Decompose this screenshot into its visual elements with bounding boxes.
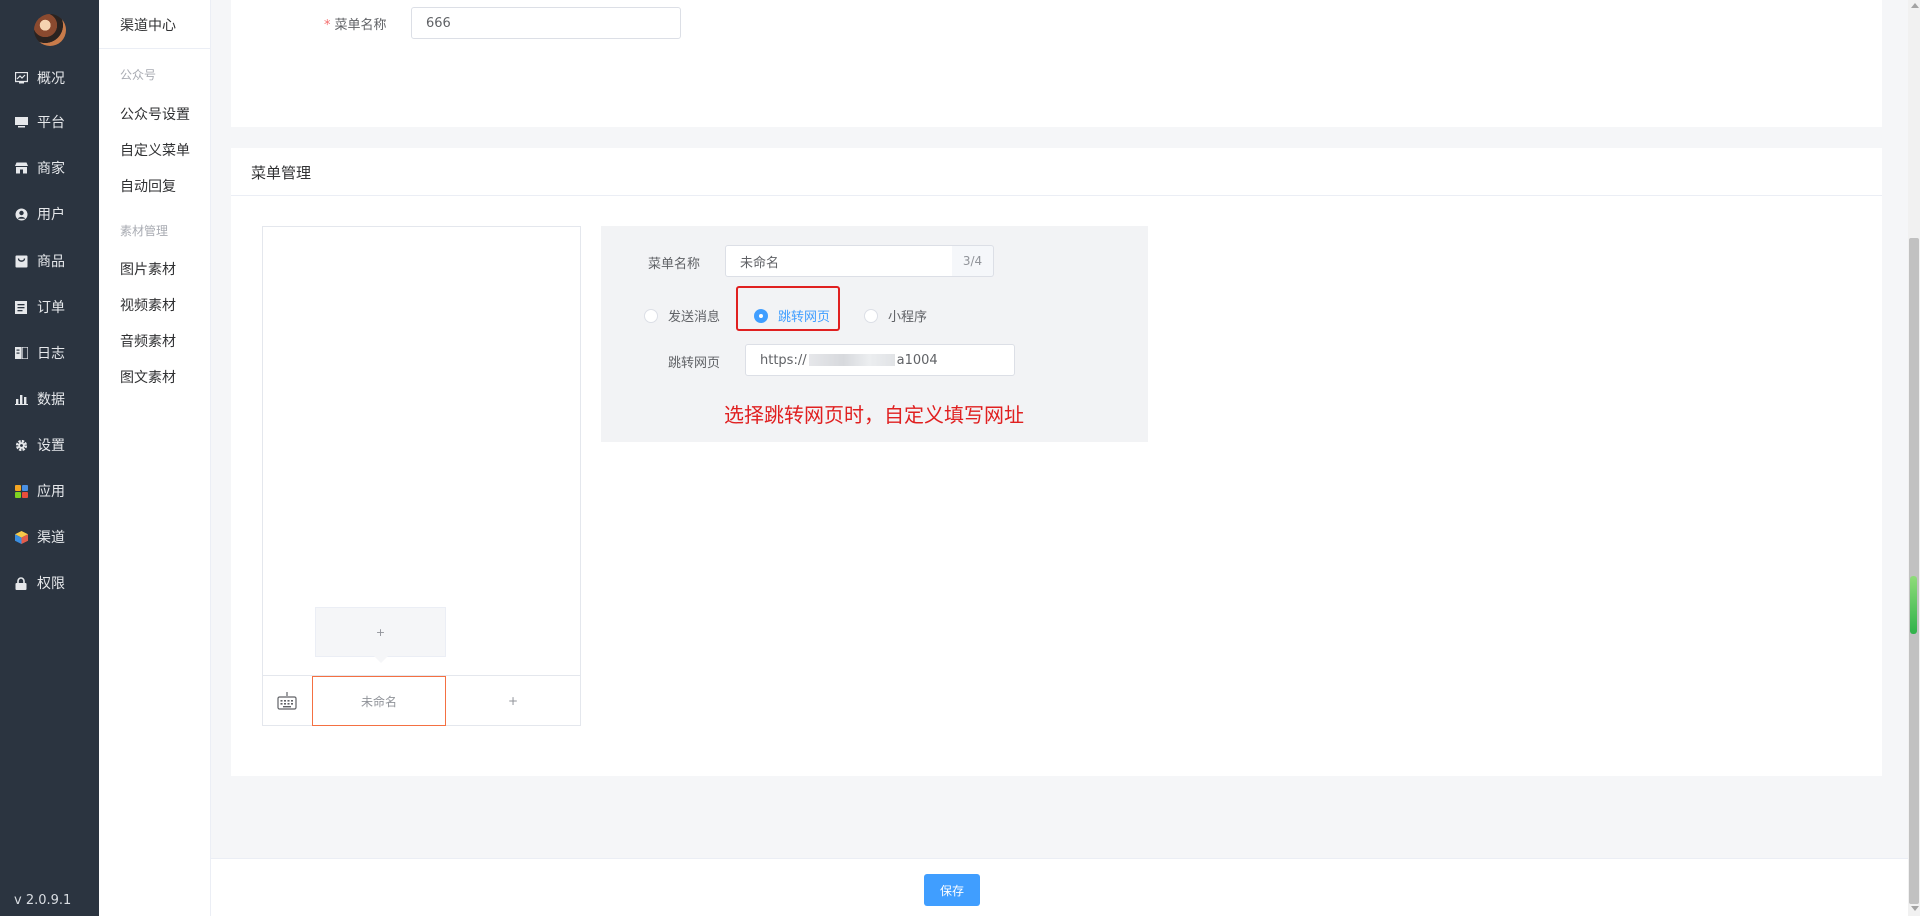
submenu-group-materials: 素材管理 (120, 224, 169, 238)
nav-item-overview[interactable]: 概况 (14, 67, 65, 89)
radio-dot (864, 308, 878, 323)
sub-menu: 渠道中心 公众号 公众号设置 自定义菜单 自动回复 素材管理 图片素材 视频素材… (99, 0, 211, 916)
scroll-indicator (1910, 576, 1917, 634)
nav-label: 用户 (37, 207, 65, 223)
menu-tab-unnamed[interactable]: 未命名 (312, 676, 446, 726)
required-mark: * (324, 18, 331, 33)
submenu-item-wechat-settings[interactable]: 公众号设置 (120, 104, 190, 124)
radio-mini-program[interactable]: 小程序 (864, 306, 927, 325)
scrollbar-thumb[interactable] (1909, 238, 1919, 904)
nav-item-settings[interactable]: 设置 (14, 434, 65, 456)
submenu-divider (99, 48, 211, 49)
gear-icon (14, 438, 28, 452)
keyboard-icon[interactable] (277, 692, 297, 710)
submenu-group-wechat: 公众号 (120, 68, 157, 82)
scroll-down-icon[interactable] (1911, 906, 1919, 911)
basic-settings-card: * 菜单名称 666 (231, 0, 1882, 127)
nav-label: 设置 (37, 438, 65, 454)
nav-label: 订单 (37, 300, 65, 316)
config-name-input[interactable]: 未命名 (725, 245, 953, 277)
version-label: v 2.0.9.1 (14, 893, 72, 908)
submenu-item-custom-menu[interactable]: 自定义菜单 (120, 140, 190, 160)
nav-item-log[interactable]: 日志 (14, 342, 65, 364)
nav-label: 权限 (37, 576, 65, 592)
submenu-title: 渠道中心 (120, 18, 176, 34)
menu-preview: + 未命名 + (262, 226, 581, 726)
order-icon (14, 300, 28, 314)
submenu-item-image-material[interactable]: 图片素材 (120, 259, 176, 279)
radio-label: 发送消息 (668, 310, 721, 325)
nav-label: 数据 (37, 392, 65, 408)
nav-item-permission[interactable]: 权限 (14, 572, 65, 594)
menu-name-label: * 菜单名称 (324, 14, 387, 33)
nav-label: 渠道 (37, 530, 65, 546)
submenu-item-article-material[interactable]: 图文素材 (120, 367, 176, 387)
radio-send-message[interactable]: 发送消息 (644, 306, 720, 325)
nav-item-apps[interactable]: 应用 (14, 480, 65, 502)
menu-manage-title: 菜单管理 (251, 164, 312, 182)
nav-label: 概况 (37, 71, 65, 87)
submenu-item-auto-reply[interactable]: 自动回复 (120, 176, 176, 196)
store-icon (14, 161, 28, 175)
nav-item-goods[interactable]: 商品 (14, 250, 65, 272)
menu-name-label-text: 菜单名称 (334, 18, 387, 33)
nav-label: 应用 (37, 484, 65, 500)
save-button[interactable]: 保存 (924, 874, 980, 906)
config-name-label: 菜单名称 (648, 257, 701, 272)
add-submenu-button[interactable]: + (315, 607, 446, 663)
log-icon (14, 346, 28, 360)
bar-chart-icon (14, 392, 28, 406)
annotation-note: 选择跳转网页时，自定义填写网址 (724, 403, 1024, 427)
lock-icon (14, 576, 28, 590)
dashboard-icon (14, 71, 28, 85)
highlight-box (736, 286, 840, 331)
blurred-url-segment (808, 354, 895, 366)
apps-icon (14, 484, 28, 498)
radio-dot (644, 308, 658, 323)
main-nav: 概况 平台 商家 用户 商品 订单 日志 数据 设置 应用 渠道 权限 v 2.… (0, 0, 99, 916)
name-char-count: 3/4 (952, 245, 994, 277)
monitor-icon (14, 115, 28, 129)
nav-item-order[interactable]: 订单 (14, 296, 65, 318)
footer-bar: 保存 (211, 858, 1908, 916)
submenu-item-video-material[interactable]: 视频素材 (120, 295, 176, 315)
radio-label: 小程序 (888, 310, 928, 325)
url-input[interactable]: https:// a1004 (745, 344, 1015, 376)
nav-label: 商家 (37, 161, 65, 177)
nav-item-channel[interactable]: 渠道 (14, 526, 65, 548)
bag-icon (14, 254, 28, 268)
scroll-up-icon[interactable] (1911, 3, 1919, 8)
nav-label: 商品 (37, 254, 65, 270)
nav-item-platform[interactable]: 平台 (14, 111, 65, 133)
nav-item-merchant[interactable]: 商家 (14, 157, 65, 179)
card-divider (231, 195, 1882, 196)
url-label: 跳转网页 (668, 356, 721, 371)
nav-label: 日志 (37, 346, 65, 362)
user-icon (14, 207, 28, 221)
submenu-item-audio-material[interactable]: 音频素材 (120, 331, 176, 351)
app-logo[interactable] (34, 14, 66, 46)
cube-icon (14, 530, 28, 544)
nav-label: 平台 (37, 115, 65, 131)
url-prefix: https:// (760, 352, 807, 368)
nav-item-data[interactable]: 数据 (14, 388, 65, 410)
url-suffix: a1004 (896, 352, 938, 368)
nav-item-user[interactable]: 用户 (14, 203, 65, 225)
menu-name-input[interactable]: 666 (411, 7, 681, 39)
add-menu-button[interactable]: + (446, 676, 580, 726)
